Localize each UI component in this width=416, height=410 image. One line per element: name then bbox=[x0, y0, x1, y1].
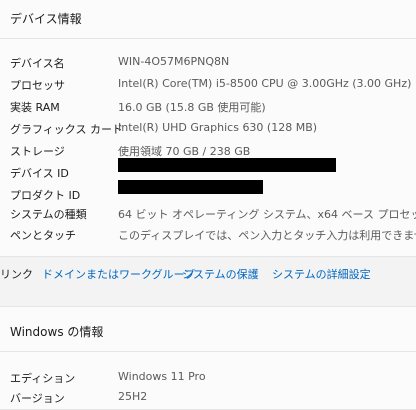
spec-value: Intel(R) UHD Graphics 630 (128 MB) bbox=[118, 121, 318, 134]
spec-key: デバイス名 bbox=[10, 57, 65, 70]
spec-key: ストレージ bbox=[10, 145, 65, 158]
spec-key: プロセッサ bbox=[10, 79, 65, 92]
related-links-label: リンク bbox=[0, 268, 33, 281]
spec-value: Intel(R) Core(TM) i5-8500 CPU @ 3.00GHz … bbox=[118, 77, 412, 90]
spec-key: バージョン bbox=[10, 392, 65, 405]
spec-row-storage: ストレージ 使用領域 70 GB / 238 GB bbox=[0, 140, 416, 160]
link-system-protection[interactable]: システムの保護 bbox=[182, 266, 259, 282]
spec-key: エディション bbox=[10, 372, 76, 385]
spec-value: WIN-4O57M6PNQ8N bbox=[118, 55, 230, 68]
spec-row-version: バージョン 25H2 bbox=[0, 387, 416, 407]
device-spec-title: デバイス情報 bbox=[10, 12, 82, 26]
spec-row-device-name: デバイス名 WIN-4O57M6PNQ8N bbox=[0, 52, 416, 72]
windows-spec-header[interactable]: Windows の情報 bbox=[0, 307, 416, 352]
spec-row-product-id: プロダクト ID bbox=[0, 180, 416, 204]
device-spec-card: デバイス情報 デバイス名 WIN-4O57M6PNQ8N プロセッサ Intel… bbox=[0, 0, 416, 257]
link-advanced-system-settings[interactable]: システムの詳細設定 bbox=[272, 266, 371, 282]
spec-value: Windows 11 Pro bbox=[118, 370, 206, 383]
spec-value: 使用領域 70 GB / 238 GB bbox=[118, 145, 251, 158]
spec-key: システムの種類 bbox=[10, 208, 87, 221]
spec-key: プロダクト ID bbox=[10, 189, 81, 202]
spec-value: 25H2 bbox=[118, 390, 148, 403]
spec-row-graphics: グラフィックス カード Intel(R) UHD Graphics 630 (1… bbox=[0, 118, 416, 138]
spec-key: グラフィックス カード bbox=[10, 123, 123, 136]
windows-spec-title: Windows の情報 bbox=[10, 325, 104, 339]
windows-spec-card: Windows の情報 エディション Windows 11 Pro バージョン … bbox=[0, 306, 416, 410]
related-links-bar: リンク ドメインまたはワークグループ システムの保護 システムの詳細設定 bbox=[0, 258, 416, 288]
spec-value: 64 ビット オペレーティング システム、x64 ベース プロセッサ bbox=[118, 208, 416, 221]
spec-row-system-type: システムの種類 64 ビット オペレーティング システム、x64 ベース プロセ… bbox=[0, 203, 416, 223]
spec-key: ペンとタッチ bbox=[10, 229, 76, 242]
redaction-bar bbox=[118, 158, 336, 172]
spec-row-processor: プロセッサ Intel(R) Core(TM) i5-8500 CPU @ 3.… bbox=[0, 74, 416, 94]
spec-key: 実装 RAM bbox=[10, 101, 60, 114]
spec-value: このディスプレイでは、ペン入力とタッチ入力は利用できません bbox=[118, 229, 416, 242]
redaction-bar bbox=[118, 180, 263, 194]
spec-value: 16.0 GB (15.8 GB 使用可能) bbox=[118, 101, 266, 114]
spec-key: デバイス ID bbox=[10, 167, 69, 180]
spec-row-device-id: デバイス ID bbox=[0, 158, 416, 182]
spec-row-pen-touch: ペンとタッチ このディスプレイでは、ペン入力とタッチ入力は利用できません bbox=[0, 224, 416, 244]
link-domain-workgroup[interactable]: ドメインまたはワークグループ bbox=[42, 266, 195, 282]
spec-row-ram: 実装 RAM 16.0 GB (15.8 GB 使用可能) bbox=[0, 96, 416, 116]
device-spec-header[interactable]: デバイス情報 bbox=[0, 0, 416, 39]
spec-row-edition: エディション Windows 11 Pro bbox=[0, 367, 416, 387]
